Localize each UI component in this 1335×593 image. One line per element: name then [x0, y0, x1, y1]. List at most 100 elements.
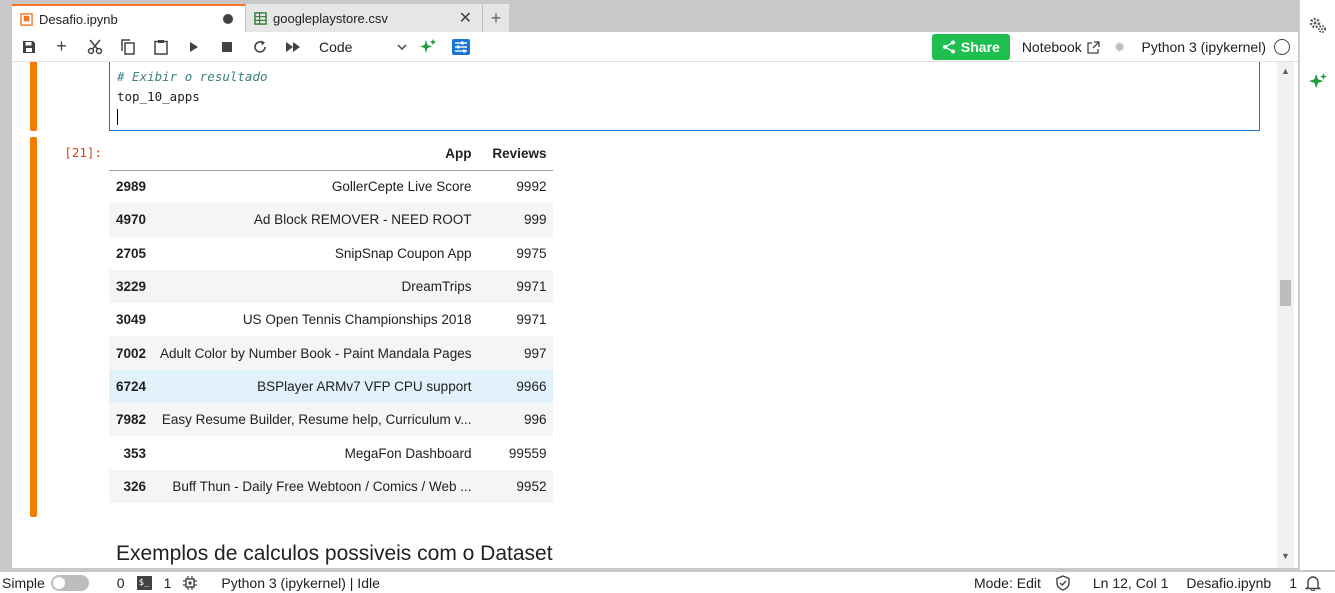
- vertical-scrollbar[interactable]: ▲ ▼: [1277, 62, 1294, 568]
- cut-button[interactable]: [78, 33, 111, 61]
- cell-reviews: 997: [478, 336, 554, 370]
- ai-assistant-button[interactable]: [411, 33, 444, 61]
- open-in-notebook-link[interactable]: Notebook: [1022, 39, 1100, 55]
- tab-bar: Desafio.ipynb googleplaystore.csv ✕ +: [12, 4, 1298, 32]
- close-icon[interactable]: ✕: [459, 8, 472, 28]
- notebook-icon: [20, 12, 33, 26]
- cell-reviews: 9966: [478, 369, 554, 404]
- run-button[interactable]: [177, 33, 210, 61]
- kernels-indicator[interactable]: 1: [164, 575, 198, 591]
- terminal-icon: $_: [136, 575, 152, 590]
- table-row: 7002 Adult Color by Number Book - Paint …: [109, 336, 554, 370]
- cell-reviews: 9952: [478, 469, 554, 503]
- save-icon: [22, 40, 35, 53]
- chip-icon: [183, 575, 198, 590]
- cell-app: MegaFon Dashboard: [344, 445, 472, 461]
- shield-check-icon[interactable]: [1055, 574, 1071, 591]
- plus-icon: +: [490, 7, 502, 28]
- notebook-toolbar: + Code Share Notebook ✹ Python 3 (ipyker…: [12, 32, 1298, 62]
- code-line: # Exibir o resultado: [117, 69, 268, 84]
- cell-app: SnipSnap Coupon App: [334, 245, 472, 261]
- row-index: 6724: [109, 369, 154, 404]
- cell-type-select[interactable]: Code: [319, 39, 411, 55]
- scroll-up-icon[interactable]: ▲: [1281, 66, 1290, 76]
- debugger-bug-icon[interactable]: ✹: [1114, 39, 1126, 56]
- column-header-app: App: [153, 137, 479, 171]
- scroll-down-icon[interactable]: ▼: [1281, 551, 1290, 561]
- status-filename: Desafio.ipynb: [1186, 574, 1272, 591]
- cell-type-value: Code: [319, 38, 353, 55]
- clipboard-icon: [153, 39, 168, 55]
- table-row: 4970 Ad Block REMOVER - NEED ROOT 999: [109, 203, 554, 237]
- stop-icon: [221, 41, 232, 52]
- tab-csv[interactable]: googleplaystore.csv ✕: [246, 4, 483, 32]
- notebook-panel: # Exibir o resultado top_10_apps [21]: A…: [12, 62, 1298, 568]
- property-inspector-gears-icon[interactable]: [1308, 15, 1328, 35]
- modified-dot-icon[interactable]: [223, 14, 233, 24]
- markdown-heading: Exemplos de calculos possiveis com o Dat…: [116, 542, 553, 565]
- cell-app: DreamTrips: [153, 269, 479, 304]
- status-bar: Simple 0 $_ 1 Python 3 (ipykernel) | Idl…: [0, 572, 1335, 593]
- cell-reviews: 999: [478, 203, 554, 237]
- chevron-down-icon: [397, 43, 407, 50]
- column-header-index: [109, 137, 154, 171]
- share-button[interactable]: Share: [931, 34, 1010, 60]
- scissors-icon: [87, 39, 102, 54]
- variable-inspector-button[interactable]: [444, 33, 477, 61]
- play-icon: [189, 41, 198, 52]
- table-row: 3049 US Open Tennis Championships 2018 9…: [109, 303, 553, 336]
- cell-reviews: 99559: [508, 445, 547, 461]
- plus-icon: +: [56, 36, 67, 56]
- row-index: 7002: [109, 336, 154, 370]
- paste-button[interactable]: [144, 33, 177, 61]
- copy-button[interactable]: [111, 33, 144, 61]
- sparkle-icon: [419, 38, 436, 53]
- kernel-count: 1: [163, 574, 172, 591]
- table-row: 2705 SnipSnap Coupon App 9975: [109, 237, 553, 270]
- row-index: 2989: [116, 179, 147, 195]
- text-cursor: [117, 109, 118, 125]
- cell-app: Ad Block REMOVER - NEED ROOT: [153, 203, 479, 237]
- row-index: 3049: [116, 312, 147, 328]
- interrupt-button[interactable]: [210, 33, 243, 61]
- external-link-icon: [1087, 40, 1100, 54]
- restart-button[interactable]: [243, 33, 276, 61]
- bell-icon[interactable]: [1305, 575, 1321, 591]
- cell-app: Adult Color by Number Book - Paint Manda…: [153, 336, 479, 370]
- cell-reviews: 9971: [478, 269, 554, 304]
- kernel-status[interactable]: Python 3 (ipykernel) | Idle: [221, 575, 380, 591]
- share-label: Share: [960, 39, 1000, 55]
- row-index: 4970: [109, 203, 154, 237]
- cell-app: US Open Tennis Championships 2018: [242, 312, 472, 328]
- tab-notebook[interactable]: Desafio.ipynb: [12, 4, 246, 32]
- row-index: 3229: [109, 269, 154, 304]
- cell-app: Easy Resume Builder, Resume help, Curric…: [153, 403, 479, 437]
- cursor-position[interactable]: Ln 12, Col 1: [1093, 575, 1169, 591]
- restart-icon: [253, 40, 266, 53]
- insert-cell-button[interactable]: +: [45, 33, 78, 61]
- active-cell-indicator[interactable]: [30, 62, 37, 131]
- row-index: 7982: [109, 403, 154, 437]
- mode-indicator: Mode: Edit: [973, 574, 1041, 591]
- new-tab-button[interactable]: +: [483, 4, 509, 32]
- toggle-switch[interactable]: [50, 574, 89, 591]
- simple-mode-toggle[interactable]: Simple: [2, 574, 89, 591]
- kernel-name[interactable]: Python 3 (ipykernel): [1141, 39, 1266, 55]
- cell-reviews: 9975: [516, 245, 547, 261]
- ai-sparkle-icon[interactable]: [1308, 72, 1328, 92]
- output-collapser[interactable]: [30, 137, 37, 517]
- spreadsheet-icon: [254, 11, 267, 25]
- tab-title: Desafio.ipynb: [39, 11, 118, 27]
- scrollbar-thumb[interactable]: [1280, 280, 1291, 306]
- toolbar-right: Share Notebook ✹ Python 3 (ipykernel): [931, 32, 1290, 62]
- table-row: 353 MegaFon Dashboard 99559: [109, 436, 553, 469]
- cell-app: BSPlayer ARMv7 VFP CPU support: [153, 369, 479, 404]
- row-index: 326: [109, 469, 154, 503]
- terminals-indicator[interactable]: 0 $_: [117, 575, 152, 591]
- code-editor[interactable]: # Exibir o resultado top_10_apps: [109, 62, 1260, 131]
- column-header-reviews: Reviews: [478, 137, 554, 171]
- save-button[interactable]: [12, 33, 45, 61]
- run-all-button[interactable]: [276, 33, 309, 61]
- cell-reviews: 996: [478, 403, 554, 437]
- code-line: top_10_apps: [117, 89, 200, 104]
